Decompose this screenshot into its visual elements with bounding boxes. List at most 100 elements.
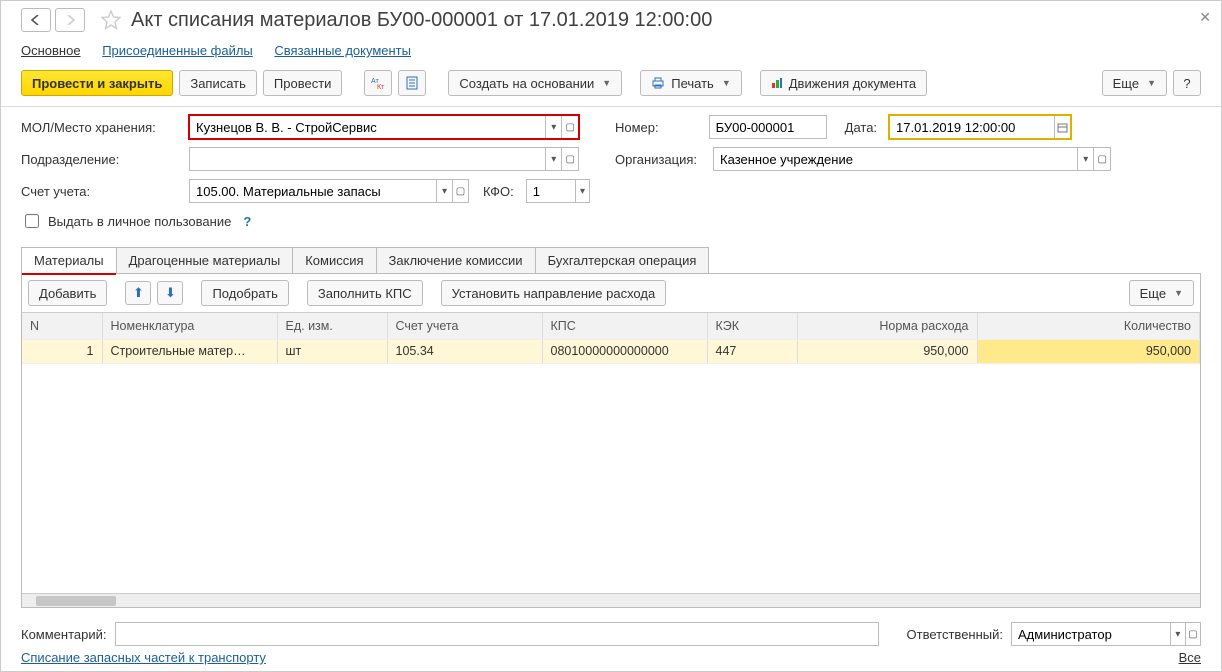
help-button[interactable]: ? <box>1173 70 1201 96</box>
comment-label: Комментарий: <box>21 627 107 642</box>
kfo-label: КФО: <box>483 184 514 199</box>
bottom-link[interactable]: Списание запасных частей к транспорту <box>21 650 266 665</box>
set-direction-button[interactable]: Установить направление расхода <box>441 280 667 306</box>
viewtab-main[interactable]: Основное <box>21 43 81 58</box>
caret-down-icon: ▼ <box>1147 78 1156 88</box>
movements-icon <box>771 77 783 89</box>
mol-field[interactable]: ▾ ▢ <box>189 115 579 139</box>
table-row[interactable]: 1 Строительные матер… шт 105.34 08010000… <box>22 339 1200 363</box>
more-button[interactable]: Еще▼ <box>1102 70 1167 96</box>
dept-field[interactable]: ▾ ▢ <box>189 147 579 171</box>
tab-precious[interactable]: Драгоценные материалы <box>116 247 294 273</box>
favorite-icon[interactable] <box>101 10 121 30</box>
cell-norm[interactable]: 950,000 <box>797 339 977 363</box>
fill-kps-button[interactable]: Заполнить КПС <box>307 280 423 306</box>
movements-button[interactable]: Движения документа <box>760 70 927 96</box>
dropdown-icon[interactable]: ▾ <box>545 116 562 138</box>
account-input[interactable] <box>190 180 436 202</box>
dropdown-icon[interactable]: ▾ <box>436 180 452 202</box>
save-button[interactable]: Записать <box>179 70 257 96</box>
materials-table[interactable]: N Номенклатура Ед. изм. Счет учета КПС К… <box>22 313 1200 364</box>
create-based-button[interactable]: Создать на основании▼ <box>448 70 622 96</box>
cell-n[interactable]: 1 <box>22 339 102 363</box>
post-and-close-button[interactable]: Провести и закрыть <box>21 70 173 96</box>
personal-use-input[interactable] <box>25 214 39 228</box>
dropdown-icon[interactable]: ▾ <box>1170 623 1185 645</box>
open-icon[interactable]: ▢ <box>1093 148 1110 170</box>
caret-down-icon: ▼ <box>1174 288 1183 298</box>
col-norm[interactable]: Норма расхода <box>797 313 977 339</box>
open-icon[interactable]: ▢ <box>1185 623 1200 645</box>
col-acct[interactable]: Счет учета <box>387 313 542 339</box>
table-more-button[interactable]: Еще▼ <box>1129 280 1194 306</box>
col-kps[interactable]: КПС <box>542 313 707 339</box>
number-label: Номер: <box>615 120 659 135</box>
report-icon-button[interactable] <box>398 70 426 96</box>
responsible-field[interactable]: ▾ ▢ <box>1011 622 1201 646</box>
account-label: Счет учета: <box>21 184 181 199</box>
kfo-input[interactable] <box>527 180 576 202</box>
tab-accounting[interactable]: Бухгалтерская операция <box>535 247 710 273</box>
viewtab-attached[interactable]: Присоединенные файлы <box>102 43 253 58</box>
comment-input[interactable] <box>116 623 878 645</box>
printer-icon <box>651 77 665 89</box>
personal-use-label: Выдать в личное пользование <box>48 214 231 229</box>
horizontal-scrollbar[interactable] <box>22 593 1200 607</box>
dropdown-icon[interactable]: ▾ <box>1077 148 1094 170</box>
tab-commission[interactable]: Комиссия <box>292 247 376 273</box>
mol-label: МОЛ/Место хранения: <box>21 120 181 135</box>
caret-down-icon: ▼ <box>602 78 611 88</box>
svg-text:Кт: Кт <box>377 84 385 90</box>
responsible-input[interactable] <box>1012 623 1170 645</box>
help-icon[interactable]: ? <box>243 214 251 229</box>
dropdown-icon[interactable]: ▾ <box>545 148 562 170</box>
org-label: Организация: <box>615 152 697 167</box>
number-input[interactable] <box>710 116 826 138</box>
move-up-button[interactable]: ⬆ <box>125 281 151 305</box>
cell-qty[interactable]: 950,000 <box>977 339 1200 363</box>
print-button[interactable]: Печать▼ <box>640 70 742 96</box>
open-icon[interactable]: ▢ <box>561 148 578 170</box>
kfo-field[interactable]: ▾ <box>526 179 590 203</box>
post-button[interactable]: Провести <box>263 70 343 96</box>
col-kek[interactable]: КЭК <box>707 313 797 339</box>
pick-button[interactable]: Подобрать <box>201 280 288 306</box>
close-icon[interactable]: ✕ <box>1199 9 1211 26</box>
cell-nomen[interactable]: Строительные матер… <box>102 339 277 363</box>
mol-input[interactable] <box>190 116 545 138</box>
org-input[interactable] <box>714 148 1077 170</box>
date-label: Дата: <box>845 120 877 135</box>
cell-acct[interactable]: 105.34 <box>387 339 542 363</box>
page-title: Акт списания материалов БУ00-000001 от 1… <box>131 9 712 32</box>
cell-kek[interactable]: 447 <box>707 339 797 363</box>
dept-input[interactable] <box>190 148 545 170</box>
cell-uom[interactable]: шт <box>277 339 387 363</box>
dept-label: Подразделение: <box>21 152 181 167</box>
col-uom[interactable]: Ед. изм. <box>277 313 387 339</box>
responsible-label: Ответственный: <box>907 627 1003 642</box>
org-field[interactable]: ▾ ▢ <box>713 147 1111 171</box>
col-nomen[interactable]: Номенклатура <box>102 313 277 339</box>
open-icon[interactable]: ▢ <box>452 180 468 202</box>
col-n[interactable]: N <box>22 313 102 339</box>
nav-back-button[interactable] <box>21 8 51 32</box>
account-field[interactable]: ▾ ▢ <box>189 179 469 203</box>
col-qty[interactable]: Количество <box>977 313 1200 339</box>
all-link[interactable]: Все <box>1179 650 1201 665</box>
open-icon[interactable]: ▢ <box>561 116 578 138</box>
personal-use-checkbox[interactable]: Выдать в личное пользование <box>21 211 231 231</box>
dropdown-icon[interactable]: ▾ <box>575 180 588 202</box>
calendar-icon[interactable] <box>1054 116 1070 138</box>
cell-kps[interactable]: 08010000000000000 <box>542 339 707 363</box>
add-row-button[interactable]: Добавить <box>28 280 107 306</box>
tab-materials[interactable]: Материалы <box>21 247 117 273</box>
move-down-button[interactable]: ⬇ <box>157 281 183 305</box>
comment-field[interactable] <box>115 622 879 646</box>
viewtab-related[interactable]: Связанные документы <box>274 43 411 58</box>
debit-credit-icon-button[interactable]: АтКт <box>364 70 392 96</box>
date-input[interactable] <box>890 116 1054 138</box>
tab-conclusion[interactable]: Заключение комиссии <box>376 247 536 273</box>
number-field[interactable] <box>709 115 827 139</box>
nav-forward-button[interactable] <box>55 8 85 32</box>
date-field[interactable] <box>889 115 1071 139</box>
